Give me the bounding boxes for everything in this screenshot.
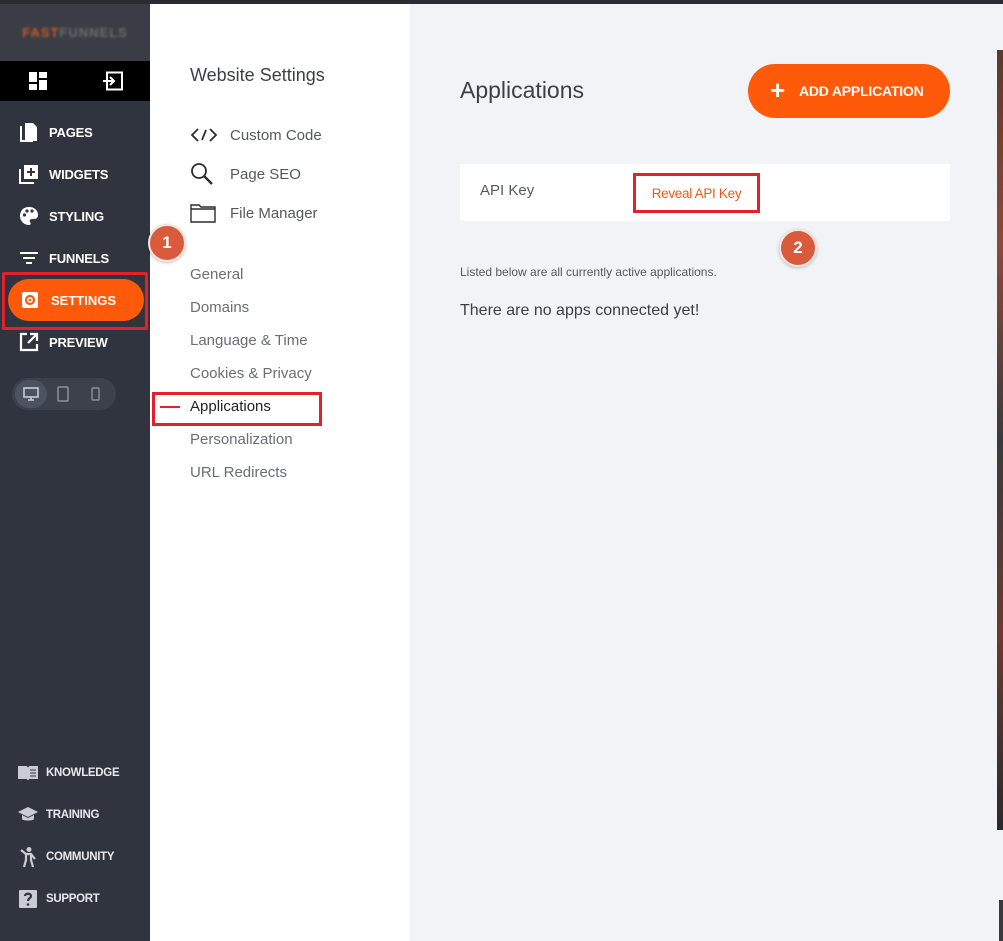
exit-icon <box>102 71 123 91</box>
tool-page-seo[interactable]: Page SEO <box>190 161 301 187</box>
mobile-view-button[interactable] <box>79 380 111 408</box>
background-edge <box>997 50 1003 830</box>
nav-label: FUNNELS <box>49 250 109 266</box>
code-icon <box>190 122 220 148</box>
nav-item-preview[interactable]: PREVIEW <box>0 321 150 363</box>
bottom-nav-label: KNOWLEDGE <box>46 767 120 779</box>
nav-label: STYLING <box>49 208 104 224</box>
reveal-api-key-highlight: Reveal API Key <box>633 173 760 213</box>
empty-state-message: There are no apps connected yet! <box>460 302 700 319</box>
nav-item-widgets[interactable]: WIDGETS <box>0 153 150 195</box>
exit-button[interactable] <box>75 61 150 101</box>
section-personalization[interactable]: Personalization <box>190 431 293 448</box>
tool-label: Page SEO <box>230 165 301 183</box>
bottom-nav-label: SUPPORT <box>46 893 100 905</box>
tablet-view-button[interactable] <box>47 380 79 408</box>
background-edge-bottom <box>999 900 1003 941</box>
desktop-icon <box>23 387 39 401</box>
add-application-button[interactable]: + ADD APPLICATION <box>748 64 950 118</box>
plus-icon: + <box>770 75 785 105</box>
nav-label: WIDGETS <box>49 166 109 182</box>
top-icon-strip <box>0 61 150 101</box>
api-key-row: API Key Reveal API Key <box>460 164 950 221</box>
book-icon <box>17 762 39 784</box>
widgets-icon <box>18 163 40 185</box>
main-content: Applications + ADD APPLICATION API Key R… <box>410 4 1003 941</box>
question-icon <box>17 888 39 910</box>
section-cookies-privacy[interactable]: Cookies & Privacy <box>190 365 312 382</box>
pages-icon <box>18 121 40 143</box>
tablet-icon <box>57 386 69 402</box>
person-icon <box>17 846 39 868</box>
bottom-nav-label: COMMUNITY <box>46 851 115 863</box>
add-application-label: ADD APPLICATION <box>798 83 924 99</box>
logo[interactable]: FASTFUNNELS <box>0 4 150 61</box>
dashboard-icon <box>28 72 47 90</box>
nav-item-training[interactable]: TRAINING <box>0 794 150 836</box>
panel-title: Website Settings <box>190 65 325 85</box>
nav-label: PAGES <box>49 124 93 140</box>
left-sidebar: FASTFUNNELS PAGES WIDGETS STYLING FUNNEL… <box>0 4 150 941</box>
nav-item-styling[interactable]: STYLING <box>0 195 150 237</box>
desktop-view-button[interactable] <box>15 380 47 408</box>
section-domains[interactable]: Domains <box>190 299 249 316</box>
settings-panel: Website Settings Custom Code Page SEO Fi… <box>148 4 410 941</box>
tool-label: File Manager <box>230 204 318 222</box>
tool-custom-code[interactable]: Custom Code <box>190 122 322 148</box>
palette-icon <box>18 205 40 227</box>
search-icon <box>190 161 220 187</box>
step-badge-2: 2 <box>779 229 817 267</box>
api-key-label: API Key <box>480 182 535 199</box>
tool-file-manager[interactable]: File Manager <box>190 200 318 226</box>
reveal-api-key-link[interactable]: Reveal API Key <box>652 186 742 201</box>
nav-preview-wrap: PREVIEW <box>0 321 150 363</box>
mobile-icon <box>90 387 100 401</box>
section-url-redirects[interactable]: URL Redirects <box>190 464 287 481</box>
funnel-icon <box>18 247 40 269</box>
main-nav: PAGES WIDGETS STYLING FUNNELS <box>0 111 150 279</box>
device-toggle <box>12 378 116 410</box>
bottom-nav-label: TRAINING <box>46 809 100 821</box>
tool-label: Custom Code <box>230 126 322 144</box>
logo-text-main: FUNNELS <box>59 25 128 40</box>
nav-item-knowledge[interactable]: KNOWLEDGE <box>0 752 150 794</box>
nav-label: PREVIEW <box>49 334 108 350</box>
external-link-icon <box>18 331 40 353</box>
bottom-nav: KNOWLEDGE TRAINING COMMUNITY SUPPORT <box>0 752 150 920</box>
nav-item-support[interactable]: SUPPORT <box>0 878 150 920</box>
dashboard-button[interactable] <box>0 61 75 101</box>
applications-description: Listed below are all currently active ap… <box>460 265 717 279</box>
folder-icon <box>190 200 220 226</box>
nav-item-pages[interactable]: PAGES <box>0 111 150 153</box>
section-language-time[interactable]: Language & Time <box>190 332 308 349</box>
logo-text-accent: FAST <box>22 25 60 40</box>
section-general[interactable]: General <box>190 266 243 283</box>
applications-highlight-box <box>152 392 322 426</box>
nav-item-community[interactable]: COMMUNITY <box>0 836 150 878</box>
page-title: Applications <box>460 77 585 103</box>
graduation-cap-icon <box>17 804 39 826</box>
step-badge-1: 1 <box>148 224 186 262</box>
